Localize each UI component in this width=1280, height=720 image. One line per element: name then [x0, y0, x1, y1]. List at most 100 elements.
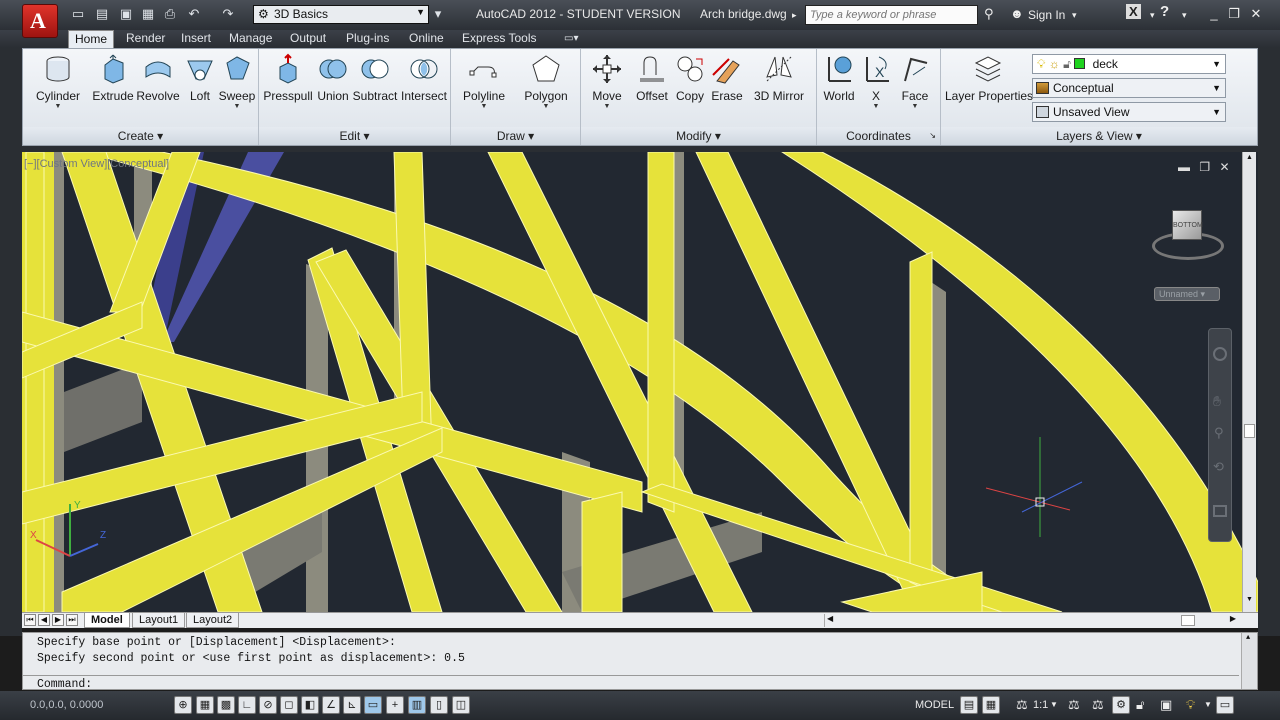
- exchange-icon[interactable]: X: [1126, 4, 1141, 19]
- copy-button[interactable]: Copy: [673, 53, 707, 103]
- object-snap-icon[interactable]: ◻: [280, 696, 298, 714]
- grid-display-icon[interactable]: ▩: [217, 696, 235, 714]
- polygon-button[interactable]: Polygon ▼: [521, 53, 571, 111]
- last-layout-icon[interactable]: ⏭: [66, 614, 78, 626]
- lock-ui-icon[interactable]: 🔓︎: [1136, 697, 1144, 713]
- tab-home[interactable]: Home: [68, 30, 115, 48]
- annotation-scale[interactable]: 1:1: [1033, 699, 1048, 711]
- viewcube[interactable]: BOTTOM: [1148, 204, 1228, 268]
- orbit-icon[interactable]: ⟲: [1213, 459, 1224, 475]
- layer-dropdown[interactable]: 💡︎ ☼ 🔓︎ deck ▼: [1032, 54, 1226, 74]
- 3d-mirror-button[interactable]: 3D Mirror: [749, 53, 809, 103]
- quick-properties-icon[interactable]: ▯: [430, 696, 448, 714]
- union-button[interactable]: Union: [313, 53, 353, 103]
- revolve-button[interactable]: Revolve: [135, 53, 181, 103]
- ribbon-minimize-icon[interactable]: ▭▾: [558, 30, 584, 48]
- drawing-viewport[interactable]: Y Z X [−][Custom View][Conceptual] ▬ ❐ ✕…: [22, 152, 1258, 612]
- save-as-icon[interactable]: ▦: [140, 6, 156, 22]
- erase-button[interactable]: Erase: [709, 53, 745, 103]
- face-ucs-button[interactable]: Face ▼: [895, 53, 935, 111]
- command-prompt[interactable]: Command:: [37, 678, 92, 691]
- polar-tracking-icon[interactable]: ⊘: [259, 696, 277, 714]
- snap-mode-icon[interactable]: ▦: [196, 696, 214, 714]
- undo-icon[interactable]: ↶: [186, 6, 202, 22]
- minimize-icon[interactable]: _: [1204, 4, 1224, 24]
- draw-panel-title[interactable]: Draw ▾: [451, 127, 580, 145]
- first-layout-icon[interactable]: ⏮: [24, 614, 36, 626]
- isolate-objects-icon[interactable]: ▣: [1160, 697, 1172, 713]
- steeringwheel-icon[interactable]: [1213, 347, 1227, 361]
- tab-insert[interactable]: Insert: [175, 30, 217, 48]
- ucs-menu-button[interactable]: Unnamed ▾: [1154, 287, 1220, 301]
- edit-panel-title[interactable]: Edit ▾: [259, 127, 450, 145]
- intersect-button[interactable]: Intersect: [399, 53, 449, 103]
- command-scrollbar[interactable]: ▲: [1241, 633, 1257, 689]
- user-icon[interactable]: ☻: [1010, 6, 1024, 21]
- clean-screen-icon[interactable]: ▭: [1216, 696, 1234, 714]
- next-layout-icon[interactable]: ▶: [52, 614, 64, 626]
- layers-panel-title[interactable]: Layers & View ▾: [941, 127, 1257, 145]
- world-ucs-button[interactable]: World: [819, 53, 859, 103]
- coordinate-readout[interactable]: 0.0,0.0, 0.0000: [30, 699, 103, 711]
- help-icon[interactable]: ?: [1160, 3, 1169, 20]
- close-icon[interactable]: ✕: [1246, 4, 1266, 24]
- viewport-restore-icon[interactable]: ❐: [1199, 160, 1210, 174]
- layer-properties-button[interactable]: Layer Properties: [945, 53, 1033, 103]
- print-icon[interactable]: ⎙: [162, 6, 178, 22]
- tab-express-tools[interactable]: Express Tools: [456, 30, 542, 48]
- prev-layout-icon[interactable]: ◀: [38, 614, 50, 626]
- scroll-right-icon[interactable]: ▶: [1230, 614, 1236, 623]
- named-view-dropdown[interactable]: Unsaved View ▼: [1032, 102, 1226, 122]
- cylinder-button[interactable]: Cylinder ▼: [33, 53, 83, 111]
- showmotion-icon[interactable]: [1213, 505, 1227, 517]
- tab-output[interactable]: Output: [284, 30, 332, 48]
- annotation-visibility-icon[interactable]: ⚖: [1068, 697, 1080, 713]
- scroll-thumb[interactable]: [1244, 424, 1255, 438]
- lineweight-icon[interactable]: +: [386, 696, 404, 714]
- zoom-icon[interactable]: ⚲: [1214, 425, 1224, 441]
- viewport-minimize-icon[interactable]: ▬: [1178, 160, 1190, 174]
- scroll-down-icon[interactable]: ▼: [1246, 596, 1253, 603]
- create-panel-title[interactable]: Create ▾: [23, 127, 258, 145]
- hardware-accel-icon[interactable]: 💡︎: [1186, 697, 1195, 713]
- application-menu-button[interactable]: A: [22, 4, 58, 38]
- scroll-up-icon[interactable]: ▲: [1246, 154, 1253, 161]
- tab-render[interactable]: Render: [120, 30, 171, 48]
- presspull-button[interactable]: Presspull: [263, 53, 313, 103]
- visual-style-dropdown[interactable]: Conceptual ▼: [1032, 78, 1226, 98]
- workspace-dropdown[interactable]: ⚙ 3D Basics ▼: [253, 5, 429, 24]
- modify-panel-title[interactable]: Modify ▾: [581, 127, 816, 145]
- viewport-close-icon[interactable]: ✕: [1219, 160, 1229, 174]
- quick-view-drawings-icon[interactable]: ▦: [982, 696, 1000, 714]
- transparency-icon[interactable]: ▥: [408, 696, 426, 714]
- ortho-mode-icon[interactable]: ∟: [238, 696, 256, 714]
- binoculars-icon[interactable]: ⚲: [984, 6, 994, 22]
- search-input[interactable]: [805, 5, 978, 25]
- dynamic-ucs-icon[interactable]: ⊾: [343, 696, 361, 714]
- tab-manage[interactable]: Manage: [223, 30, 278, 48]
- autoscale-icon[interactable]: ⚖: [1092, 697, 1104, 713]
- dynamic-input-icon[interactable]: ▭: [364, 696, 382, 714]
- tab-model[interactable]: Model: [84, 613, 130, 628]
- object-snap-tracking-icon[interactable]: ∠: [322, 696, 340, 714]
- tab-layout1[interactable]: Layout1: [132, 613, 186, 628]
- qat-dropdown-icon[interactable]: ▾: [430, 6, 446, 22]
- open-folder-icon[interactable]: ▤: [94, 6, 110, 22]
- x-ucs-button[interactable]: X X ▼: [861, 53, 891, 111]
- viewport-controls-label[interactable]: [−][Custom View][Conceptual]: [24, 158, 169, 170]
- signin-link[interactable]: Sign In: [1028, 8, 1065, 22]
- signin-dropdown-icon[interactable]: ▾: [1072, 10, 1077, 21]
- h-scroll-thumb[interactable]: [1181, 615, 1195, 626]
- tab-online[interactable]: Online: [403, 30, 450, 48]
- search-expand-icon[interactable]: ▸: [792, 10, 797, 21]
- quick-view-layouts-icon[interactable]: ▤: [960, 696, 978, 714]
- scroll-up-icon[interactable]: ▲: [1246, 634, 1250, 642]
- status-menu-icon[interactable]: ▼: [1204, 700, 1212, 709]
- annotation-scale-icon[interactable]: ⚖: [1016, 697, 1028, 713]
- vertical-scrollbar[interactable]: ▲ ▼: [1242, 152, 1256, 612]
- redo-icon[interactable]: ↷: [220, 6, 236, 22]
- model-space-toggle[interactable]: MODEL: [915, 699, 954, 711]
- scroll-left-icon[interactable]: ◀: [827, 614, 833, 623]
- bridge-model[interactable]: Y Z X: [22, 152, 1258, 612]
- horizontal-scrollbar[interactable]: ◀ ▶: [824, 614, 1238, 627]
